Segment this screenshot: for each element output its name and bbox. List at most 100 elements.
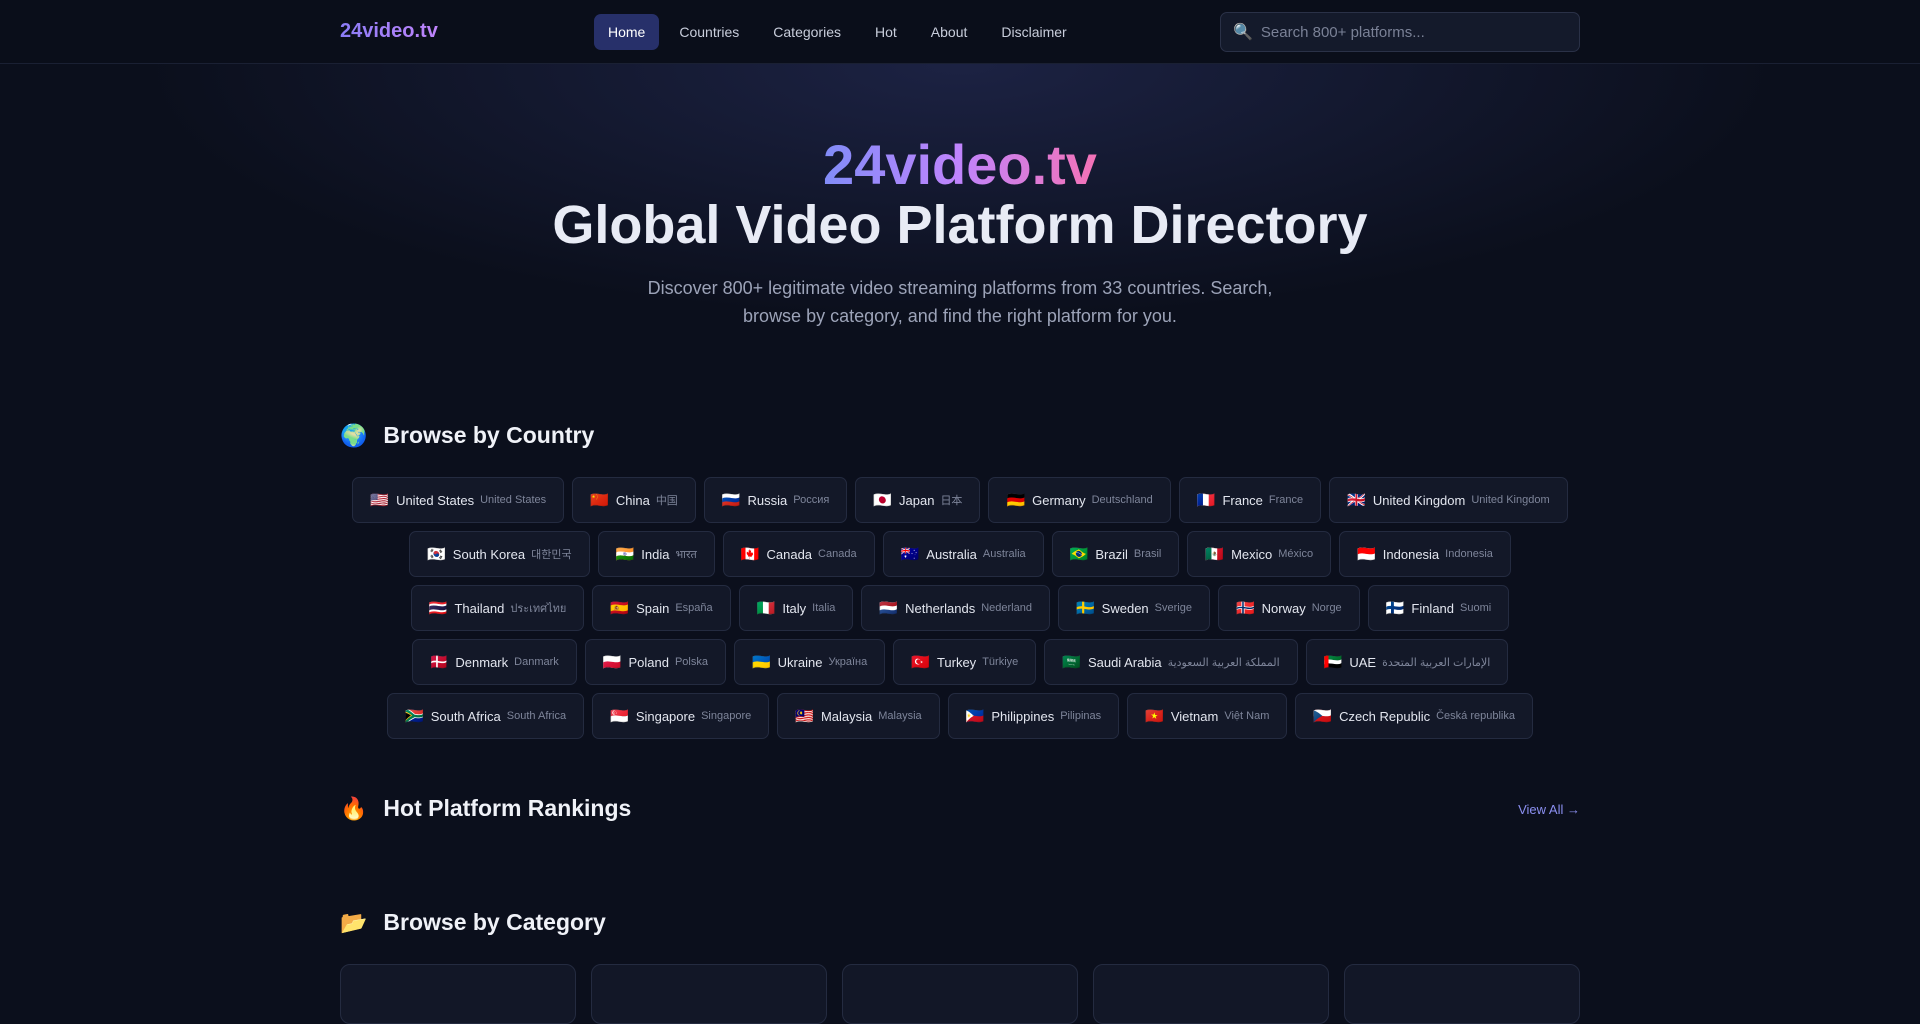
country-chip[interactable]: 🇲🇾 Malaysia Malaysia xyxy=(777,693,940,739)
hero-brand-text: 24video.tv xyxy=(823,133,1097,196)
flag-icon: 🇩🇪 xyxy=(1006,492,1026,509)
search-input[interactable] xyxy=(1260,23,1561,41)
top-navbar: 24video.tv Home Countries Categories Hot… xyxy=(0,0,1920,64)
flag-icon: 🇰🇷 xyxy=(427,546,446,563)
country-native-name: México xyxy=(1278,548,1314,560)
country-native-name: Česká republika xyxy=(1436,710,1515,722)
country-chip[interactable]: 🇮🇹 Italy Italia xyxy=(738,585,854,631)
country-chip[interactable]: 🇨🇳 China 中国 xyxy=(572,477,696,523)
country-chip[interactable]: 🇸🇪 Sweden Sverige xyxy=(1057,585,1210,631)
flag-icon: 🇿🇦 xyxy=(405,708,424,725)
folder-icon: 📂 xyxy=(340,909,368,935)
globe-icon: 🌍 xyxy=(340,422,368,448)
country-name: South Korea xyxy=(452,546,526,562)
category-card[interactable] xyxy=(591,964,827,1024)
country-name: United States xyxy=(396,492,475,508)
flag-icon: 🇳🇴 xyxy=(1235,600,1255,617)
country-chip[interactable]: 🇸🇦 Saudi Arabia المملكة العربية السعودية xyxy=(1044,639,1298,685)
country-name: Finland xyxy=(1411,600,1455,616)
flag-icon: 🇪🇸 xyxy=(610,600,630,617)
country-name: Singapore xyxy=(635,708,696,724)
country-chip[interactable]: 🇮🇩 Indonesia Indonesia xyxy=(1339,531,1511,577)
country-chip[interactable]: 🇺🇸 United States United States xyxy=(352,477,565,523)
country-chip[interactable]: 🇹🇷 Turkey Türkiye xyxy=(893,639,1037,685)
flag-icon: 🇦🇪 xyxy=(1323,654,1343,671)
nav-hot[interactable]: Hot xyxy=(861,14,911,50)
country-name: Vietnam xyxy=(1170,708,1219,724)
country-native-name: Singapore xyxy=(701,710,752,722)
flag-icon: 🇮🇩 xyxy=(1357,546,1376,563)
country-chip[interactable]: 🇬🇧 United Kingdom United Kingdom xyxy=(1329,477,1568,523)
country-name: Netherlands xyxy=(905,600,976,616)
category-card[interactable] xyxy=(1344,964,1580,1024)
view-all-link[interactable]: View All → xyxy=(1500,802,1580,817)
country-chip[interactable]: 🇻🇳 Vietnam Việt Nam xyxy=(1127,693,1288,739)
country-name: Sweden xyxy=(1101,600,1149,616)
country-chip[interactable]: 🇷🇺 Russia Россия xyxy=(703,477,848,523)
flag-icon: 🇨🇦 xyxy=(740,546,760,563)
nav-home[interactable]: Home xyxy=(594,14,660,50)
country-chip[interactable]: 🇫🇮 Finland Suomi xyxy=(1367,585,1510,631)
country-chip[interactable]: 🇩🇪 Germany Deutschland xyxy=(988,477,1171,523)
site-logo[interactable]: 24video.tv xyxy=(340,20,438,43)
country-chip[interactable]: 🇫🇷 France France xyxy=(1178,477,1322,523)
flag-icon: 🇵🇱 xyxy=(602,654,622,671)
country-chip[interactable]: 🇨🇿 Czech Republic Česká republika xyxy=(1295,693,1533,739)
country-native-name: Australia xyxy=(982,548,1026,560)
country-native-name: Norge xyxy=(1311,602,1342,614)
flag-icon: 🇺🇦 xyxy=(751,654,771,671)
search-box[interactable]: 🔍 xyxy=(1220,12,1580,52)
country-chip[interactable]: 🇺🇦 Ukraine Україна xyxy=(733,639,886,685)
country-chip[interactable]: 🇿🇦 South Africa South Africa xyxy=(387,693,585,739)
nav-countries[interactable]: Countries xyxy=(665,14,753,50)
category-card[interactable] xyxy=(1093,964,1329,1024)
flag-icon: 🇦🇺 xyxy=(900,546,920,563)
flag-icon: 🇸🇦 xyxy=(1062,654,1081,671)
country-name: France xyxy=(1222,492,1263,508)
fire-icon: 🔥 xyxy=(340,795,368,821)
category-grid xyxy=(340,964,1580,1024)
country-chip[interactable]: 🇲🇽 Mexico México xyxy=(1187,531,1332,577)
country-chip[interactable]: 🇯🇵 Japan 日本 xyxy=(855,477,981,523)
country-native-name: ประเทศไทย xyxy=(510,603,567,615)
country-name: Malaysia xyxy=(820,708,873,724)
country-name: Ukraine xyxy=(777,654,823,670)
country-native-name: España xyxy=(675,602,713,614)
country-chip[interactable]: 🇳🇴 Norway Norge xyxy=(1217,585,1360,631)
country-chip[interactable]: 🇮🇳 India भारत xyxy=(597,531,715,577)
country-name: South Africa xyxy=(430,708,501,724)
country-chip[interactable]: 🇰🇷 South Korea 대한민국 xyxy=(409,531,590,577)
country-name: UAE xyxy=(1349,654,1377,670)
nav-disclaimer[interactable]: Disclaimer xyxy=(987,14,1080,50)
country-chip[interactable]: 🇦🇺 Australia Australia xyxy=(882,531,1044,577)
country-chip[interactable]: 🇵🇱 Poland Polska xyxy=(584,639,726,685)
category-card[interactable] xyxy=(842,964,1078,1024)
country-native-name: Canada xyxy=(818,548,857,560)
nav-about[interactable]: About xyxy=(917,14,982,50)
nav-categories[interactable]: Categories xyxy=(759,14,855,50)
country-native-name: Indonesia xyxy=(1445,548,1493,560)
flag-icon: 🇫🇷 xyxy=(1196,492,1216,509)
flag-icon: 🇯🇵 xyxy=(873,492,893,509)
country-chip[interactable]: 🇩🇰 Denmark Danmark xyxy=(411,639,577,685)
country-native-name: Sverige xyxy=(1154,602,1192,614)
country-native-name: 中国 xyxy=(655,495,678,507)
hero-title: Global Video Platform Directory xyxy=(552,195,1368,255)
category-card[interactable] xyxy=(340,964,576,1024)
country-chip[interactable]: 🇹🇭 Thailand ประเทศไทย xyxy=(410,585,585,631)
country-native-name: United States xyxy=(480,494,547,506)
country-chip[interactable]: 🇳🇱 Netherlands Nederland xyxy=(861,585,1050,631)
country-name: Spain xyxy=(636,600,670,616)
flag-icon: 🇩🇰 xyxy=(429,654,449,671)
country-chip[interactable]: 🇨🇦 Canada Canada xyxy=(722,531,875,577)
country-chip[interactable]: 🇪🇸 Spain España xyxy=(592,585,731,631)
country-name: Canada xyxy=(766,546,813,562)
country-native-name: Suomi xyxy=(1460,602,1492,614)
country-chip[interactable]: 🇵🇭 Philippines Pilipinas xyxy=(947,693,1120,739)
category-section-title: Browse by Category xyxy=(383,909,606,935)
country-name: Norway xyxy=(1261,600,1306,616)
country-chip[interactable]: 🇦🇪 UAE الإمارات العربية المتحدة xyxy=(1305,639,1509,685)
country-chip[interactable]: 🇸🇬 Singapore Singapore xyxy=(592,693,770,739)
country-chip[interactable]: 🇧🇷 Brazil Brasil xyxy=(1051,531,1180,577)
country-native-name: Türkiye xyxy=(982,656,1019,668)
